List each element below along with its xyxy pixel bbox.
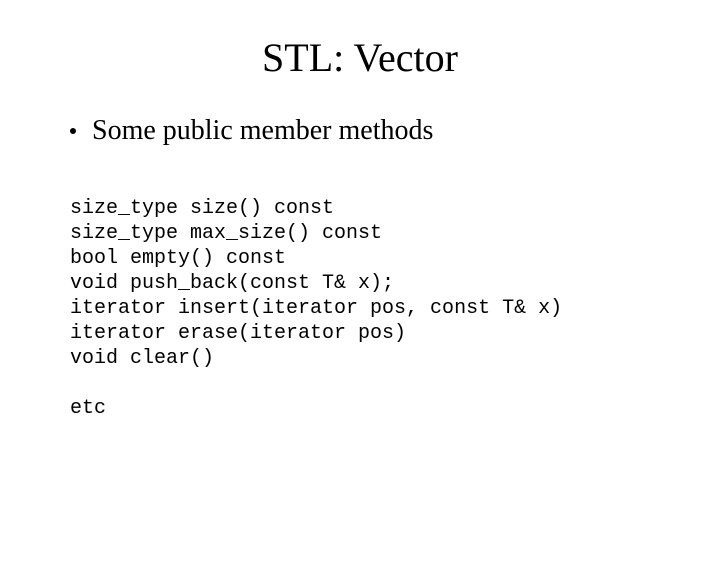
code-line: bool empty() const [70, 247, 286, 270]
code-line: size_type size() const [70, 197, 334, 220]
code-block: size_type size() const size_type max_siz… [70, 171, 680, 446]
code-line: void clear() [70, 347, 214, 370]
slide-body: Some public member methods size_type siz… [0, 115, 720, 446]
bullet-icon [70, 128, 76, 134]
code-line: iterator erase(iterator pos) [70, 322, 406, 345]
slide: STL: Vector Some public member methods s… [0, 34, 720, 574]
bullet-item: Some public member methods [70, 115, 680, 147]
code-line: void push_back(const T& x); [70, 272, 394, 295]
code-line: size_type max_size() const [70, 222, 382, 245]
code-line: iterator insert(iterator pos, const T& x… [70, 297, 562, 320]
bullet-text: Some public member methods [92, 115, 433, 147]
slide-title: STL: Vector [0, 34, 720, 81]
code-line: etc [70, 397, 106, 420]
